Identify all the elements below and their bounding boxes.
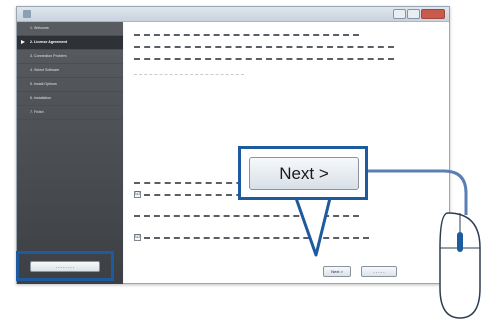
mouse-connector-line [372,169,468,215]
next-button-callout: Next > [238,146,368,200]
next-button-zoomed[interactable]: Next > [249,157,359,190]
mouse-icon [439,212,481,319]
callout-pointer-triangle-icon [294,196,332,257]
